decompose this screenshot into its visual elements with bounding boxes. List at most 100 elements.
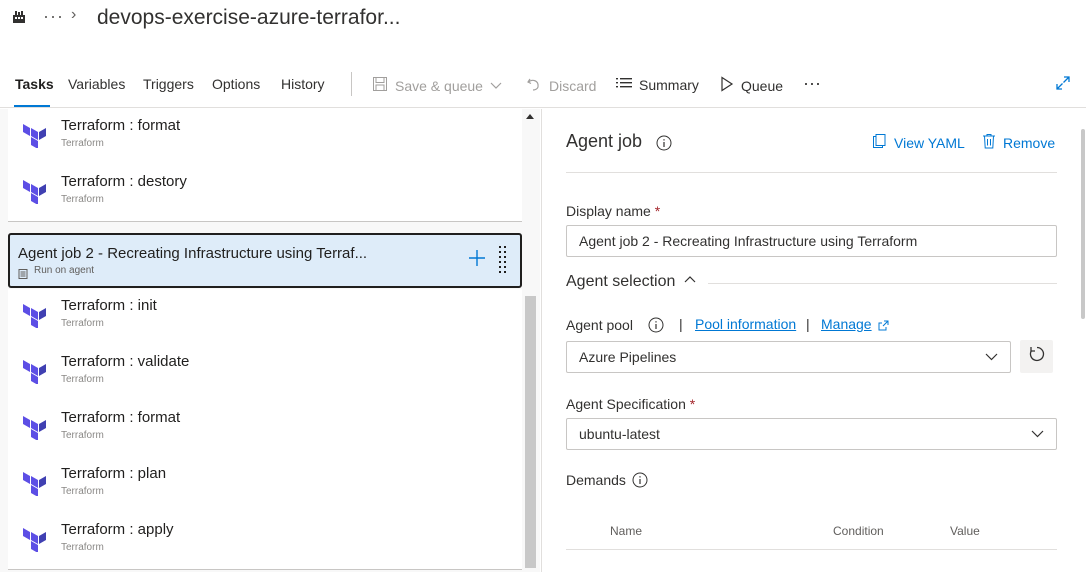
agent-pool-value: Azure Pipelines bbox=[579, 349, 677, 365]
page-title: devops-exercise-azure-terrafor... bbox=[97, 6, 401, 29]
expand-icon[interactable] bbox=[1056, 76, 1070, 95]
save-queue-label: Save & queue bbox=[395, 77, 483, 94]
agent-spec-value: ubuntu-latest bbox=[579, 426, 660, 442]
pipeline-task-list: Terraform : format Terraform Terraform : d… bbox=[0, 109, 540, 572]
agent-selection-title: Agent selection bbox=[566, 273, 676, 290]
tab-history[interactable]: History bbox=[281, 76, 325, 92]
terraform-logo-icon bbox=[22, 302, 48, 333]
job1-task-group: Terraform : format Terraform Terraform : d… bbox=[8, 109, 522, 222]
agent-job-subtitle: Run on agent bbox=[34, 265, 95, 276]
summary-label: Summary bbox=[639, 76, 699, 93]
agent-spec-label: Agent Specification * bbox=[566, 396, 696, 412]
trash-icon bbox=[982, 133, 996, 152]
toolbar: Tasks Variables Triggers Options History… bbox=[0, 64, 1086, 108]
remove-button[interactable]: Remove bbox=[982, 133, 1055, 152]
clipboard-icon bbox=[871, 133, 887, 152]
view-yaml-label: View YAML bbox=[894, 134, 965, 151]
details-title: Agent job bbox=[566, 131, 643, 151]
discard-label: Discard bbox=[549, 77, 597, 94]
agent-pool-dropdown[interactable]: Azure Pipelines bbox=[566, 341, 1011, 373]
tab-tasks[interactable]: Tasks bbox=[15, 76, 54, 92]
task-list-scrollbar[interactable] bbox=[523, 109, 538, 572]
remove-label: Remove bbox=[1003, 134, 1056, 151]
view-yaml-button[interactable]: View YAML bbox=[871, 133, 965, 152]
task-title: Terraform : apply bbox=[61, 521, 174, 538]
task-subtitle: Terraform bbox=[61, 430, 104, 441]
drag-handle-icon[interactable] bbox=[499, 245, 507, 280]
server-icon bbox=[18, 266, 28, 284]
tab-variables[interactable]: Variables bbox=[68, 76, 125, 92]
demands-table-divider bbox=[566, 549, 1057, 550]
save-icon bbox=[372, 76, 388, 95]
undo-icon bbox=[526, 76, 542, 95]
agent-pool-label: Agent pool bbox=[566, 317, 633, 333]
task-title: Terraform : init bbox=[61, 297, 157, 314]
more-actions-button[interactable]: ··· bbox=[803, 73, 821, 94]
chevron-down-icon bbox=[1031, 427, 1044, 443]
agent-pool-info-icon[interactable] bbox=[648, 317, 664, 338]
terraform-logo-icon bbox=[22, 178, 48, 209]
demands-info-icon[interactable] bbox=[632, 472, 648, 493]
terraform-logo-icon bbox=[22, 122, 48, 153]
pool-information-link[interactable]: Pool information bbox=[695, 316, 796, 332]
task-row[interactable]: Terraform : destory Terraform bbox=[8, 165, 522, 221]
task-row[interactable]: Terraform : format Terraform bbox=[8, 109, 522, 165]
chevron-down-icon bbox=[985, 350, 998, 366]
active-tab-indicator bbox=[14, 105, 50, 107]
task-subtitle: Terraform bbox=[61, 374, 104, 385]
terraform-logo-icon bbox=[22, 414, 48, 445]
queue-button[interactable]: Queue bbox=[720, 76, 783, 95]
agent-selection-section[interactable]: Agent selection bbox=[566, 273, 696, 291]
info-icon[interactable] bbox=[656, 135, 672, 156]
task-title: Terraform : format bbox=[61, 117, 181, 134]
chevron-down-icon bbox=[490, 78, 502, 94]
display-name-value: Agent job 2 - Recreating Infrastructure … bbox=[579, 233, 918, 249]
save-queue-button[interactable]: Save & queue bbox=[372, 76, 502, 95]
column-header-name: Name bbox=[610, 524, 643, 538]
task-subtitle: Terraform bbox=[61, 318, 104, 329]
task-subtitle: Terraform bbox=[61, 194, 104, 205]
summary-button[interactable]: Summary bbox=[616, 76, 699, 93]
refresh-icon bbox=[1028, 345, 1046, 368]
link-separator: | bbox=[679, 316, 683, 332]
task-row[interactable]: Terraform : apply Terraform bbox=[8, 513, 522, 569]
scroll-up-arrow-icon[interactable] bbox=[526, 114, 534, 119]
agent-spec-dropdown[interactable]: ubuntu-latest bbox=[566, 418, 1057, 450]
display-name-label: Display name * bbox=[566, 203, 661, 219]
agent-job-title: Agent job 2 - Recreating Infrastructure … bbox=[18, 245, 368, 262]
queue-label: Queue bbox=[741, 77, 784, 94]
toolbar-divider bbox=[351, 72, 352, 96]
discard-button[interactable]: Discard bbox=[526, 76, 596, 95]
task-subtitle: Terraform bbox=[61, 542, 104, 553]
tab-options[interactable]: Options bbox=[212, 76, 260, 92]
external-link-icon[interactable] bbox=[878, 318, 889, 336]
demands-label: Demands bbox=[566, 472, 626, 488]
add-task-plus-icon[interactable] bbox=[468, 249, 486, 272]
refresh-button[interactable] bbox=[1020, 340, 1053, 373]
play-icon bbox=[720, 76, 734, 95]
breadcrumb-more-button[interactable]: ··· bbox=[43, 6, 64, 27]
tab-triggers[interactable]: Triggers bbox=[143, 76, 194, 92]
task-row[interactable]: Terraform : plan Terraform bbox=[8, 457, 522, 513]
chevron-up-icon bbox=[684, 273, 696, 291]
column-header-value: Value bbox=[950, 524, 980, 538]
details-scrollbar[interactable] bbox=[1081, 129, 1085, 319]
task-row[interactable]: Terraform : init Terraform bbox=[8, 289, 522, 345]
manage-link[interactable]: Manage bbox=[821, 316, 872, 332]
title-divider bbox=[566, 172, 1057, 173]
agent-job-2-row[interactable]: Agent job 2 - Recreating Infrastructure … bbox=[8, 233, 522, 288]
list-icon bbox=[616, 76, 632, 93]
task-title: Terraform : plan bbox=[61, 465, 167, 482]
task-title: Terraform : validate bbox=[61, 353, 190, 370]
task-row[interactable]: Terraform : format Terraform bbox=[8, 401, 522, 457]
link-separator: | bbox=[806, 316, 810, 332]
agent-selection-divider bbox=[708, 283, 1057, 284]
task-row[interactable]: Terraform : validate Terraform bbox=[8, 345, 522, 401]
job2-task-group: Terraform : init Terraform Terraform : val… bbox=[8, 289, 522, 570]
header: ··· › devops-exercise-azure-terrafor... bbox=[0, 0, 1086, 40]
task-title: Terraform : destory bbox=[61, 173, 187, 190]
column-header-condition: Condition bbox=[833, 524, 884, 538]
scroll-thumb[interactable] bbox=[525, 296, 536, 568]
terraform-logo-icon bbox=[22, 526, 48, 557]
display-name-input[interactable]: Agent job 2 - Recreating Infrastructure … bbox=[566, 225, 1057, 257]
